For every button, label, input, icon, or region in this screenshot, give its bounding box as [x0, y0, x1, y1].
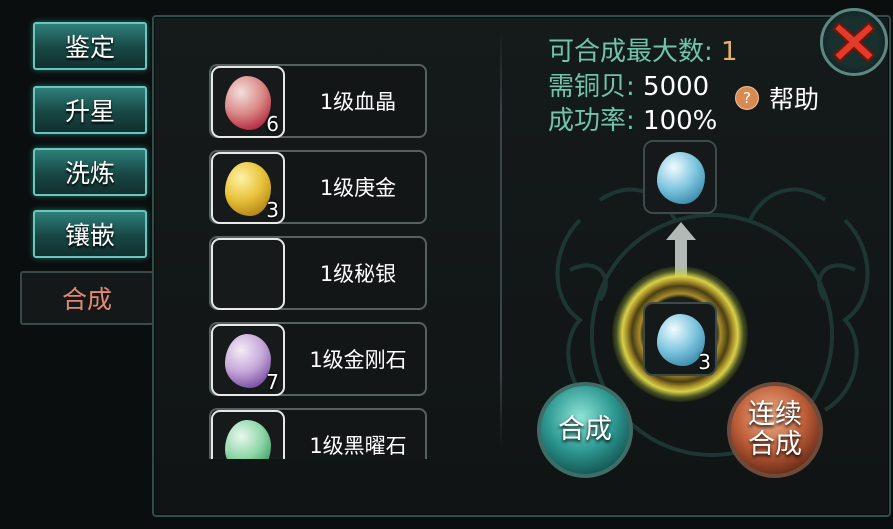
material-count: 7	[266, 370, 279, 394]
material-row-diamond[interactable]: 7 1级金刚石	[209, 322, 427, 396]
material-row-blood-crystal[interactable]: 6 1级血晶	[209, 64, 427, 138]
max-combine-label: 可合成最大数:	[548, 37, 713, 67]
material-slot[interactable]: 6	[211, 66, 285, 138]
continuous-combine-label: 连续 合成	[748, 400, 802, 460]
material-name: 1级金刚石	[309, 348, 407, 372]
max-combine-value: 1	[721, 37, 738, 67]
help-button[interactable]: ? 帮助	[735, 80, 819, 116]
question-icon: ?	[735, 86, 759, 110]
continuous-label-line2: 合成	[748, 429, 802, 460]
success-rate-value: 100%	[643, 106, 718, 136]
cost: 需铜贝: 5000	[548, 66, 709, 103]
material-count: 3	[266, 198, 279, 222]
success-rate-label: 成功率:	[548, 106, 635, 136]
tab-identify[interactable]: 鉴定	[33, 22, 147, 70]
gem-icon	[657, 152, 705, 204]
cost-value: 5000	[643, 72, 710, 102]
gem-icon	[225, 162, 271, 216]
material-row-obsidian[interactable]: 1级黑曜石	[209, 408, 427, 459]
cost-label: 需铜贝:	[548, 72, 635, 102]
gem-icon	[225, 76, 271, 130]
tab-refine[interactable]: 洗炼	[33, 148, 147, 196]
close-button[interactable]	[820, 8, 888, 76]
material-name: 1级黑曜石	[309, 434, 407, 458]
source-slot[interactable]: 3	[643, 302, 717, 376]
material-name: 1级秘银	[319, 262, 397, 286]
material-name: 1级庚金	[319, 176, 397, 200]
continuous-label-line1: 连续	[748, 399, 802, 430]
material-list[interactable]: 6 1级血晶 3 1级庚金 1级秘银 7 1级金刚石 1级黑曜石	[207, 64, 431, 459]
max-combine-count: 可合成最大数: 1	[548, 31, 738, 68]
material-name: 1级血晶	[319, 90, 397, 114]
gem-icon	[225, 334, 271, 388]
material-slot[interactable]: 7	[211, 324, 285, 396]
material-slot[interactable]: 3	[211, 152, 285, 224]
success-rate: 成功率: 100%	[548, 100, 717, 137]
material-row-mithril[interactable]: 1级秘银	[209, 236, 427, 310]
material-slot-empty[interactable]	[211, 238, 285, 310]
material-slot[interactable]	[211, 410, 285, 459]
combine-button-label: 合成	[558, 414, 612, 445]
close-icon	[832, 21, 876, 63]
source-count: 3	[698, 350, 711, 374]
tab-combine[interactable]: 合成	[20, 271, 154, 325]
result-slot[interactable]	[643, 140, 717, 214]
material-row-gengjin[interactable]: 3 1级庚金	[209, 150, 427, 224]
continuous-combine-button[interactable]: 连续 合成	[727, 382, 823, 478]
help-label: 帮助	[769, 85, 820, 114]
tab-inlay[interactable]: 镶嵌	[33, 210, 147, 258]
combine-button[interactable]: 合成	[537, 382, 633, 478]
material-count: 6	[266, 112, 279, 136]
gem-icon	[225, 420, 271, 459]
tab-star-up[interactable]: 升星	[33, 86, 147, 134]
panel-divider	[500, 30, 502, 450]
